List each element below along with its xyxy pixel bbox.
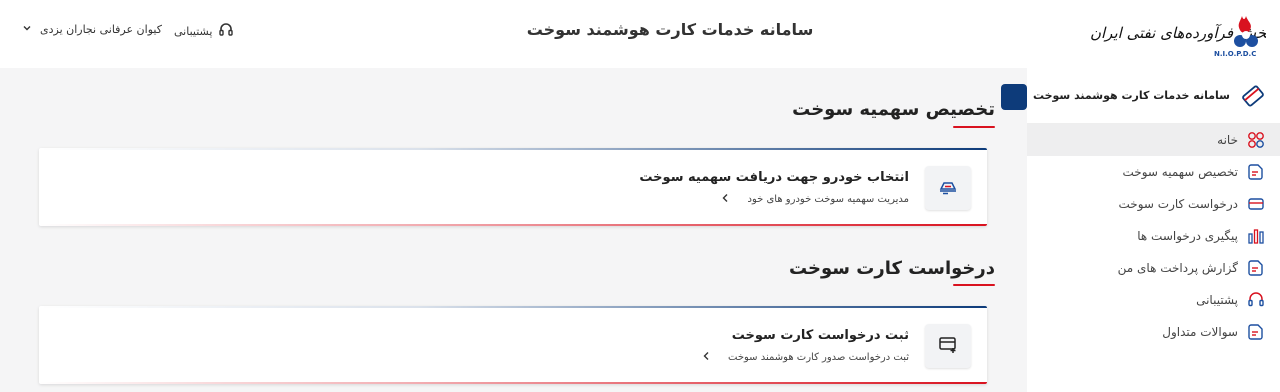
document-icon xyxy=(1246,322,1266,342)
card-icon xyxy=(1246,194,1266,214)
card-title: ثبت درخواست کارت سوخت xyxy=(731,328,909,343)
sidebar-item-home[interactable]: خانه xyxy=(1027,124,1280,156)
fuel-card-icon xyxy=(1238,81,1268,111)
card-bottom-accent xyxy=(39,382,987,384)
support-link[interactable]: پشتیبانی xyxy=(174,22,234,41)
headset-icon xyxy=(1246,290,1266,310)
section-underline xyxy=(953,126,995,128)
chevron-down-icon xyxy=(22,23,32,36)
headset-icon xyxy=(218,22,234,41)
sidebar-item-payments[interactable]: گزارش پرداخت های من xyxy=(1027,252,1280,284)
sidebar-item-card-request[interactable]: درخواست کارت سوخت xyxy=(1027,188,1280,220)
section-underline xyxy=(953,284,995,286)
sidebar-item-faq[interactable]: سوالات متداول xyxy=(1027,316,1280,348)
card-subtitle: ثبت درخواست صدور کارت هوشمند سوخت xyxy=(728,351,909,363)
card-subtitle-row: ثبت درخواست صدور کارت هوشمند سوخت xyxy=(702,350,909,364)
card-title: انتخاب خودرو جهت دریافت سهمیه سوخت xyxy=(639,170,909,185)
section-title-card-request: درخواست کارت سوخت xyxy=(788,258,995,279)
home-grid-icon xyxy=(1246,130,1266,150)
sidebar-item-label: خانه xyxy=(1217,133,1238,147)
chevron-left-icon xyxy=(702,350,710,364)
sidebar-item-label: تخصیص سهمیه سوخت xyxy=(1122,165,1238,179)
card-icon-box xyxy=(925,324,971,368)
sidebar-header: سامانه خدمات کارت هوشمند سوخت xyxy=(1027,68,1280,124)
section-title-fuel-quota: تخصیص سهمیه سوخت xyxy=(792,99,995,120)
document-icon xyxy=(1246,162,1266,182)
sidebar-title: سامانه خدمات کارت هوشمند سوخت xyxy=(1032,89,1230,102)
sidebar: سامانه خدمات کارت هوشمند سوخت خانه تخصیص… xyxy=(1027,68,1280,392)
niopdc-logo: شرکت ملی پخش فرآورده‌های نفتی ایران N.I.… xyxy=(1090,8,1280,60)
card-bottom-accent xyxy=(39,224,987,226)
bar-chart-icon xyxy=(1246,226,1266,246)
sidebar-item-tracking[interactable]: پیگیری درخواست ها xyxy=(1027,220,1280,252)
support-label: پشتیبانی xyxy=(174,25,213,38)
car-fuel-icon xyxy=(937,175,959,201)
sidebar-item-fuel-quota[interactable]: تخصیص سهمیه سوخت xyxy=(1027,156,1280,188)
card-top-accent xyxy=(39,306,987,308)
sidebar-item-label: سوالات متداول xyxy=(1162,325,1238,339)
add-card-icon xyxy=(937,333,959,359)
document-icon xyxy=(1246,258,1266,278)
card-top-accent xyxy=(39,148,987,150)
sidebar-item-label: پیگیری درخواست ها xyxy=(1137,229,1238,243)
page-title: سامانه خدمات کارت هوشمند سوخت xyxy=(526,20,814,39)
card-select-vehicle[interactable]: انتخاب خودرو جهت دریافت سهمیه سوخت مدیری… xyxy=(39,148,987,226)
user-menu[interactable]: کیوان عرفانی نجاران یزدی xyxy=(22,23,162,36)
sidebar-item-label: درخواست کارت سوخت xyxy=(1118,197,1238,211)
user-name: کیوان عرفانی نجاران یزدی xyxy=(40,23,162,36)
sidebar-item-label: گزارش پرداخت های من xyxy=(1117,261,1238,275)
chevron-left-icon xyxy=(721,192,729,206)
card-register-request[interactable]: ثبت درخواست کارت سوخت ثبت درخواست صدور ک… xyxy=(39,306,987,384)
sidebar-item-support[interactable]: پشتیبانی xyxy=(1027,284,1280,316)
top-header: کیوان عرفانی نجاران یزدی پشتیبانی سامانه… xyxy=(0,0,1280,68)
svg-text:N.I.O.P.D.C: N.I.O.P.D.C xyxy=(1214,50,1256,58)
card-subtitle-row: مدیریت سهمیه سوخت خودرو های خود xyxy=(721,192,909,206)
sidebar-toggle-button[interactable] xyxy=(1001,84,1027,110)
card-subtitle: مدیریت سهمیه سوخت خودرو های خود xyxy=(747,193,909,205)
card-icon-box xyxy=(925,166,971,210)
sidebar-item-label: پشتیبانی xyxy=(1196,293,1238,307)
